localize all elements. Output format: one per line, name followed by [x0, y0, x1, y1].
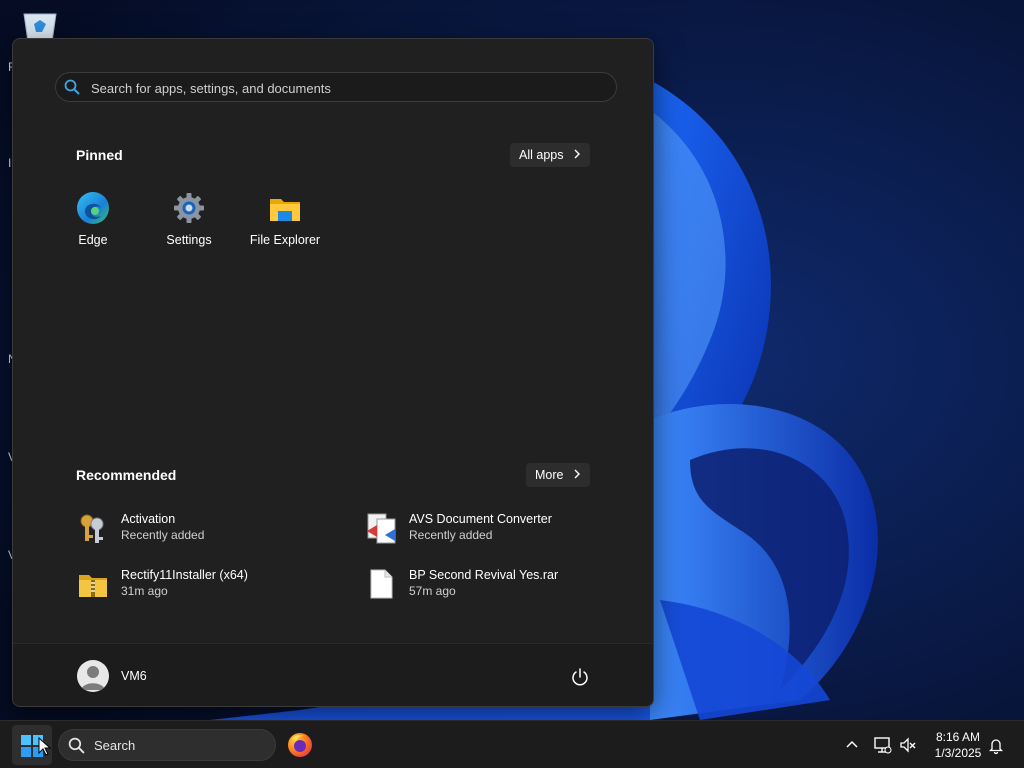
chevron-right-icon	[573, 468, 581, 482]
user-name[interactable]: VM6	[121, 669, 147, 683]
chevron-right-icon	[573, 148, 581, 162]
search-icon	[64, 79, 80, 100]
recommended-item-subtitle: 57m ago	[409, 584, 456, 598]
start-menu: Pinned All apps Edge	[12, 38, 654, 707]
start-menu-footer: VM6	[13, 643, 653, 706]
more-button[interactable]: More	[526, 463, 591, 487]
firefox-icon[interactable]	[286, 731, 314, 759]
avs-converter-icon	[365, 511, 397, 545]
volume-muted-icon[interactable]	[898, 735, 918, 755]
power-button[interactable]	[569, 666, 591, 688]
clock-date: 1/3/2025	[934, 746, 982, 760]
recommended-item-subtitle: Recently added	[121, 528, 205, 542]
file-icon	[365, 567, 397, 601]
taskbar-search[interactable]: Search	[58, 729, 276, 761]
desktop-label-fragment: I	[8, 156, 12, 170]
pinned-app-file-explorer[interactable]: File Explorer	[237, 191, 333, 261]
recommended-item-bp-second-revival[interactable]: BP Second Revival Yes.rar 57m ago	[365, 565, 635, 605]
taskbar-search-label: Search	[94, 738, 136, 753]
recommended-item-name: AVS Document Converter	[409, 512, 552, 526]
pinned-app-settings[interactable]: Settings	[141, 191, 237, 261]
network-icon[interactable]	[872, 735, 892, 755]
power-icon	[572, 668, 588, 686]
recommended-item-subtitle: Recently added	[409, 528, 493, 542]
recommended-title: Recommended	[76, 467, 177, 483]
start-search-input[interactable]	[89, 77, 593, 99]
taskbar: Search 8:16 AM 1/3/2025	[0, 720, 1024, 768]
recommended-item-rectify11installer[interactable]: Rectify11Installer (x64) 31m ago	[77, 565, 347, 605]
pinned-app-label: Edge	[78, 233, 108, 247]
user-avatar-icon	[81, 666, 105, 690]
recommended-item-avs-document-converter[interactable]: AVS Document Converter Recently added	[365, 509, 635, 549]
recommended-item-subtitle: 31m ago	[121, 584, 168, 598]
pinned-app-label: Settings	[166, 233, 212, 247]
start-search-box[interactable]	[55, 72, 617, 102]
more-label: More	[535, 468, 564, 482]
folder-icon	[268, 191, 302, 225]
taskbar-clock[interactable]: 8:16 AM 1/3/2025	[926, 729, 990, 761]
mouse-cursor-icon	[38, 736, 52, 762]
pinned-app-label: File Explorer	[249, 233, 321, 247]
settings-gear-icon	[172, 191, 206, 225]
recommended-item-name: Rectify11Installer (x64)	[121, 568, 248, 582]
chevron-up-icon[interactable]	[842, 735, 862, 755]
recommended-item-activation[interactable]: Activation Recently added	[77, 509, 347, 549]
recommended-item-name: Activation	[121, 512, 176, 526]
pinned-app-edge[interactable]: Edge	[45, 191, 141, 261]
recommended-item-name: BP Second Revival Yes.rar	[409, 568, 559, 582]
keys-icon	[77, 511, 109, 545]
clock-time: 8:16 AM	[935, 730, 981, 744]
pinned-title: Pinned	[76, 147, 123, 163]
user-avatar[interactable]	[77, 660, 109, 692]
all-apps-button[interactable]: All apps	[510, 143, 591, 167]
edge-icon	[76, 191, 110, 225]
zip-folder-icon	[77, 567, 109, 601]
all-apps-label: All apps	[519, 148, 564, 162]
notification-bell-icon[interactable]	[986, 735, 1006, 755]
search-icon	[68, 737, 85, 759]
